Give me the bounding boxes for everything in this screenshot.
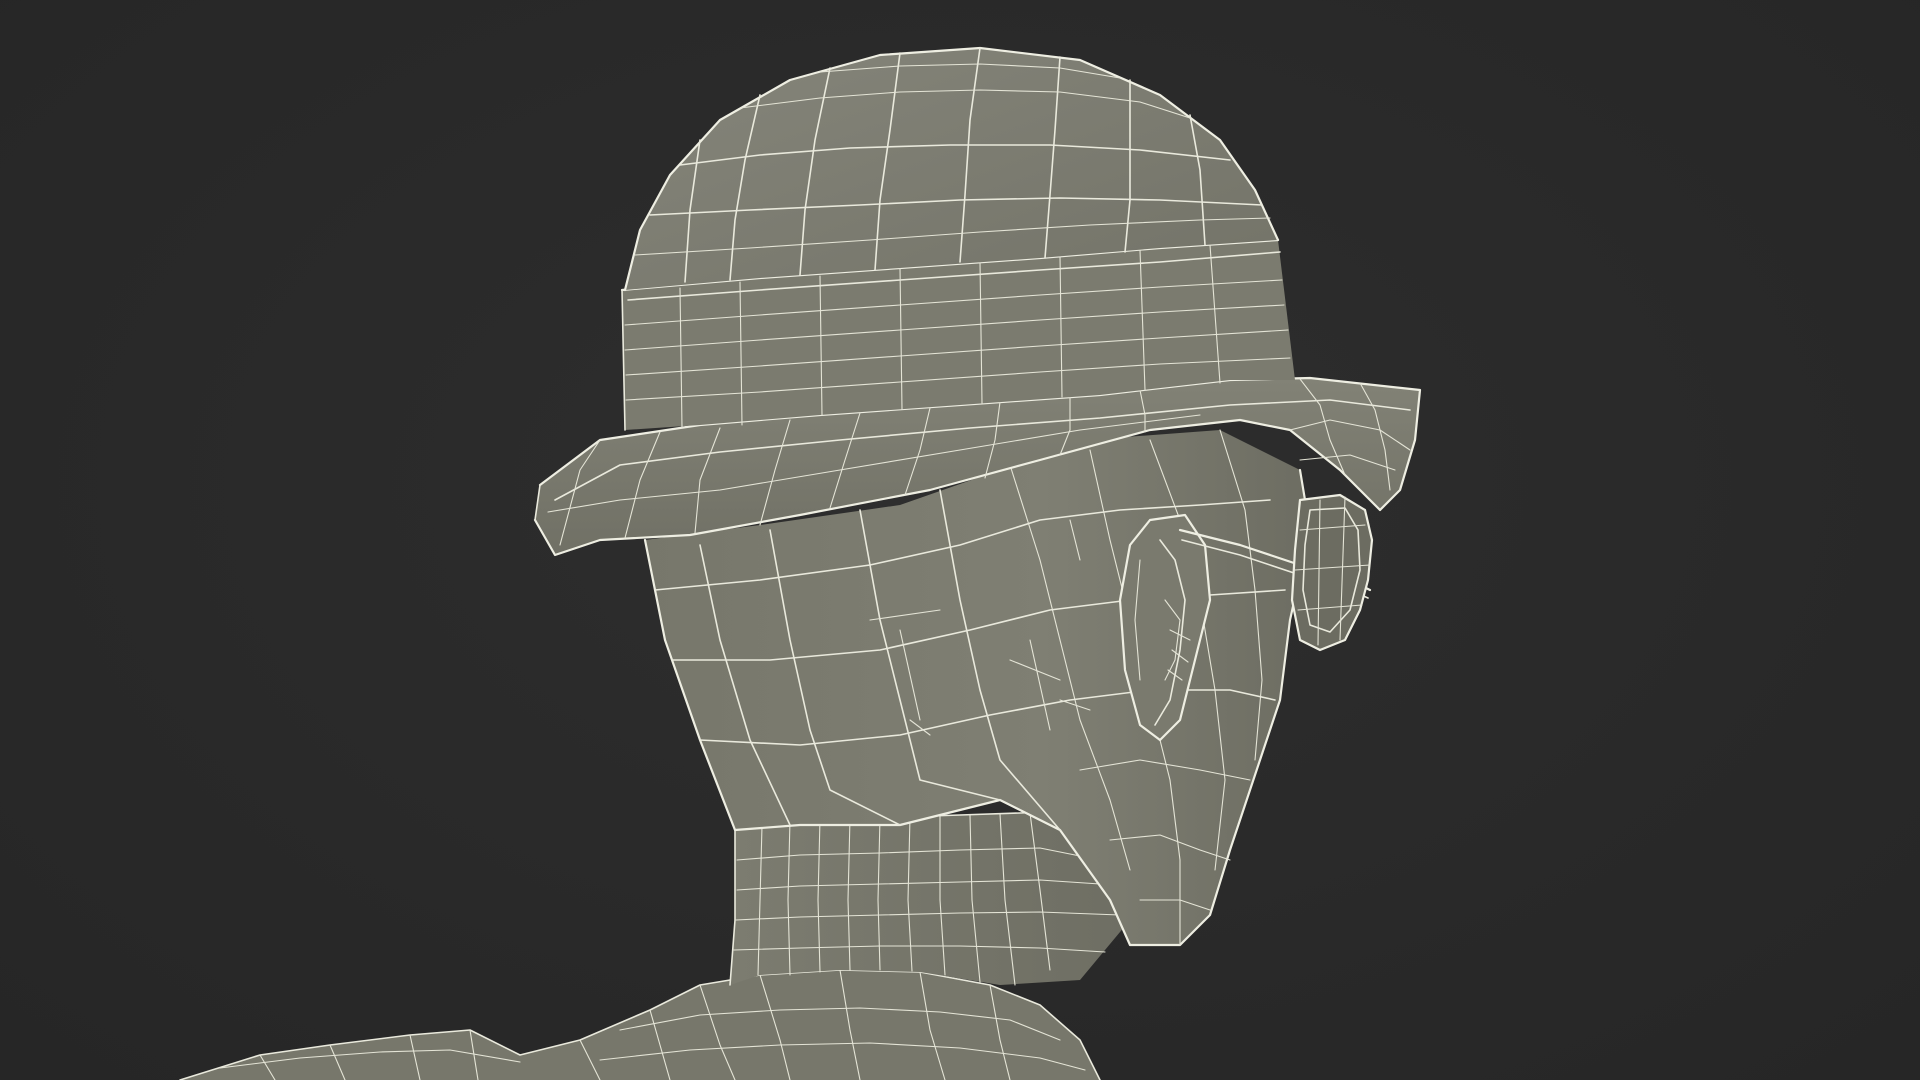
shoulders-mesh <box>179 969 1101 1080</box>
wireframe-model <box>179 46 1422 1080</box>
render-viewport <box>0 0 1920 1080</box>
